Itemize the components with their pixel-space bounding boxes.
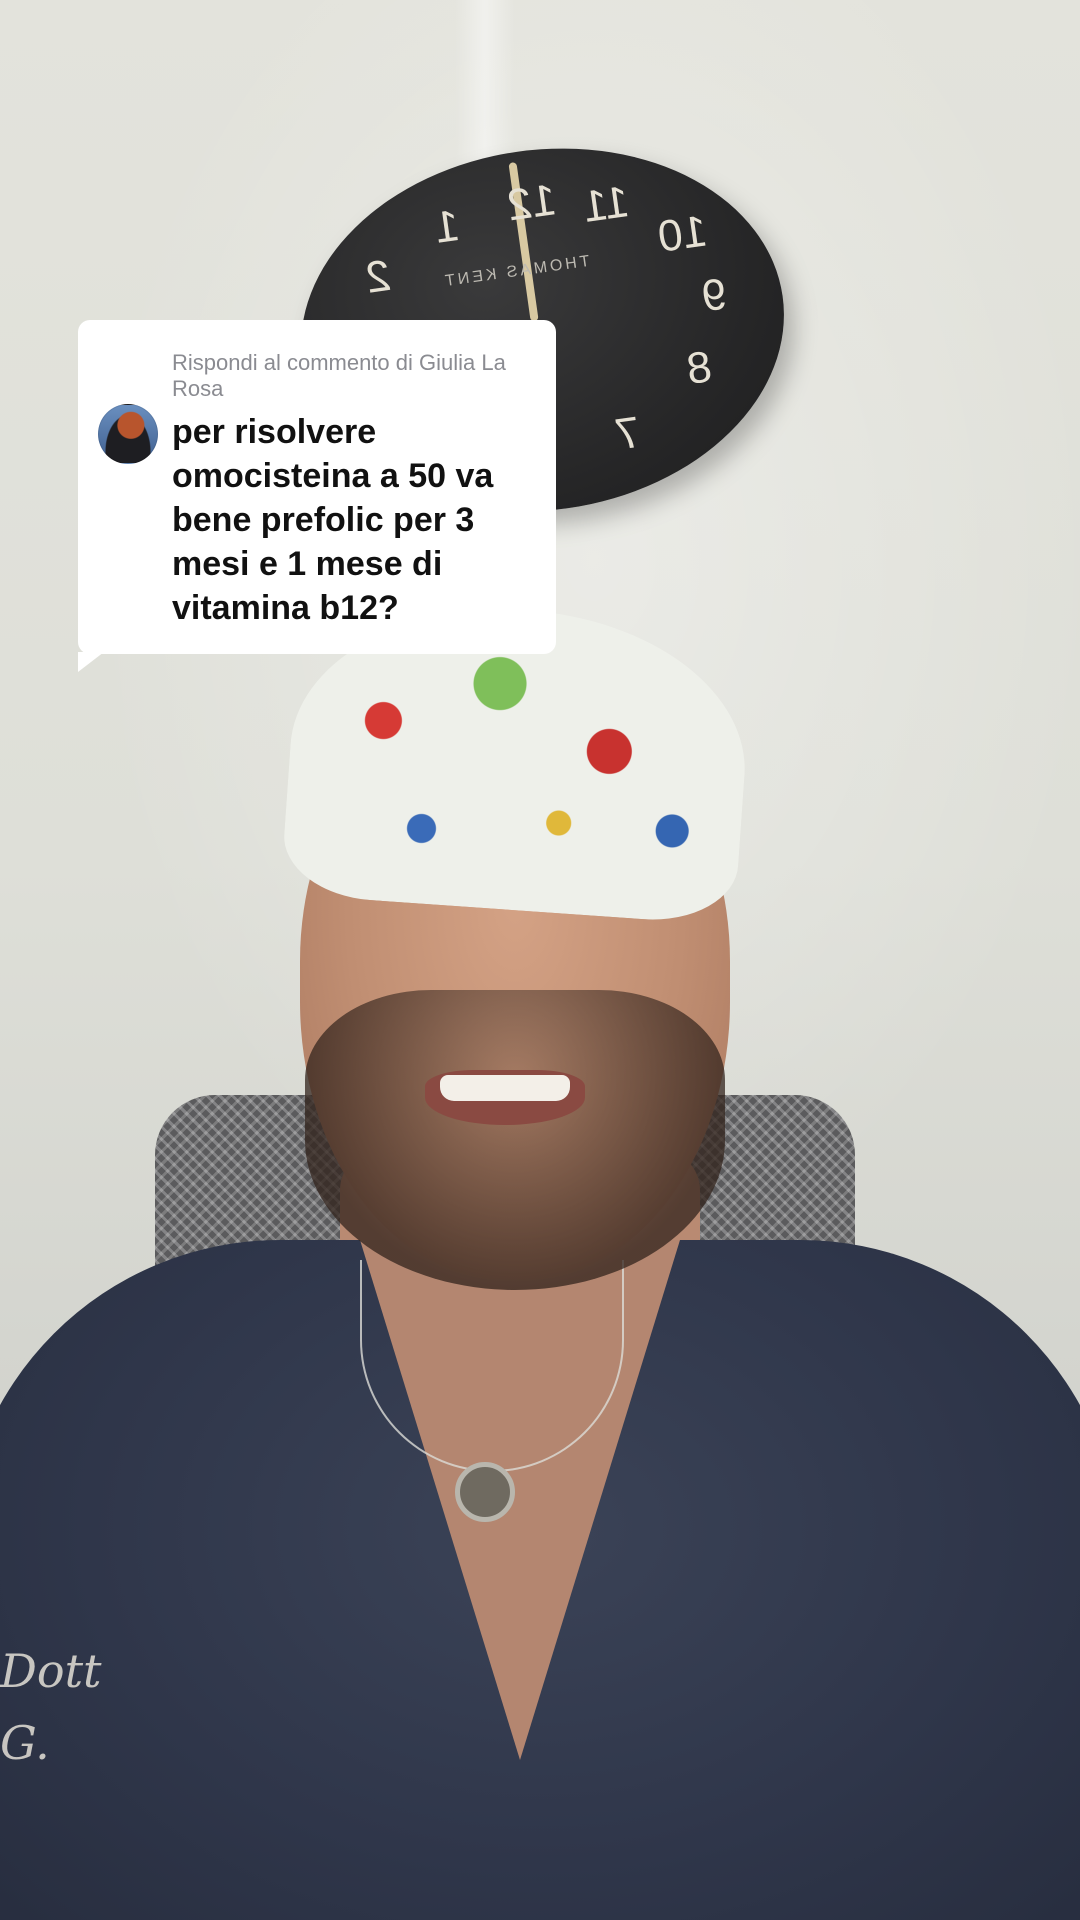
- clock-number: 2: [362, 250, 394, 303]
- pendant-icon: [455, 1462, 515, 1522]
- reply-comment-sticker[interactable]: Rispondi al commento di Giulia La Rosa p…: [78, 320, 556, 672]
- embroidery-line: G.: [0, 1716, 50, 1770]
- clock-number: 8: [683, 342, 715, 395]
- shirt-embroidery: Dott G.: [0, 1635, 102, 1779]
- beard: [305, 990, 725, 1290]
- clock-number: 9: [698, 269, 730, 322]
- reply-comment-text: per risolvere omocisteina a 50 va bene p…: [172, 413, 494, 627]
- embroidery-line: Dott: [0, 1644, 102, 1698]
- clock-number: 10: [654, 206, 711, 262]
- clock-number: 1: [431, 200, 463, 253]
- clock-number: 7: [611, 407, 644, 460]
- clock-number: 12: [504, 175, 560, 231]
- reply-header: Rispondi al commento di Giulia La Rosa: [172, 350, 506, 401]
- video-frame[interactable]: THOMAS KENT 12 11 10 9 8 7 1 2 Dott G. R…: [0, 0, 1080, 1920]
- teeth: [440, 1075, 570, 1101]
- clock-brand: THOMAS KENT: [441, 252, 591, 291]
- clock-number: 11: [579, 177, 633, 232]
- commenter-avatar-icon[interactable]: [98, 404, 158, 464]
- speech-bubble-tail: [78, 652, 104, 672]
